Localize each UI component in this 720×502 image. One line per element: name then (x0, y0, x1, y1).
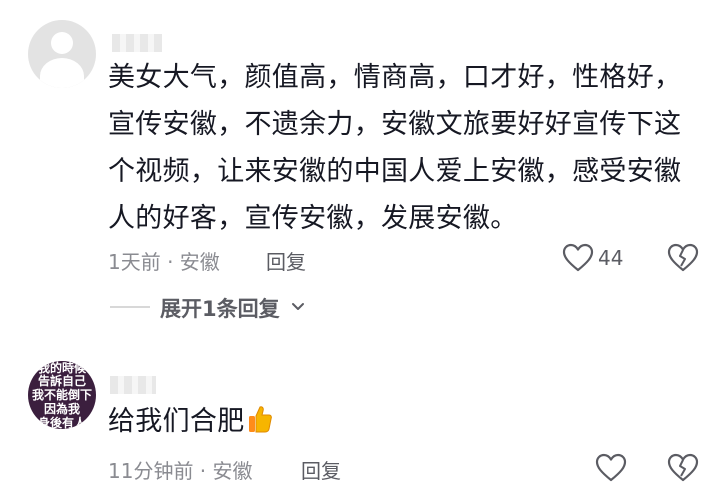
thumbs-up-icon (248, 406, 272, 433)
avatar-body-shape (40, 58, 84, 88)
expand-divider (110, 306, 150, 308)
comment-meta: 1天前 · 安徽 (108, 250, 220, 274)
avatar[interactable] (28, 20, 96, 88)
avatar-text-line: 因為我 (43, 402, 80, 416)
comment-text-content: 给我们合肥 (108, 406, 245, 437)
avatar-text-line: 身後有人 (37, 416, 86, 429)
avatar-head-shape (51, 32, 73, 54)
broken-heart-icon[interactable] (667, 453, 699, 483)
expand-replies-label: 展开1条回复 (160, 297, 280, 321)
reply-button[interactable]: 回复 (266, 246, 306, 275)
heart-icon[interactable] (595, 453, 627, 483)
avatar-text-line: 我的時候 (37, 361, 86, 375)
username-blurred[interactable] (110, 376, 156, 394)
like-count: 44 (598, 246, 624, 270)
username-blurred[interactable] (112, 34, 162, 52)
expand-replies-button[interactable]: 展开1条回复 (160, 293, 305, 323)
avatar-text-line: 我不能倒下 (31, 388, 92, 402)
heart-icon[interactable] (562, 243, 594, 273)
comment-text: 给我们合肥 (108, 398, 698, 445)
comment-text: 美女大气，颜值高，情商高，口才好，性格好，宣传安徽，不遗余力，安徽文旅要好好宣传… (108, 62, 682, 234)
chevron-down-icon (291, 303, 304, 310)
broken-heart-icon[interactable] (667, 243, 699, 273)
reply-button[interactable]: 回复 (301, 455, 341, 484)
avatar[interactable]: 我的時候 告訴自己 我不能倒下 因為我 身後有人 (28, 361, 96, 429)
comment-item: 美女大气，颜值高，情商高，口才好，性格好，宣传安徽，不遗余力，安徽文旅要好好宣传… (0, 0, 720, 340)
comment-meta: 11分钟前 · 安徽 (108, 459, 253, 483)
avatar-text-line: 告訴自己 (37, 374, 86, 388)
